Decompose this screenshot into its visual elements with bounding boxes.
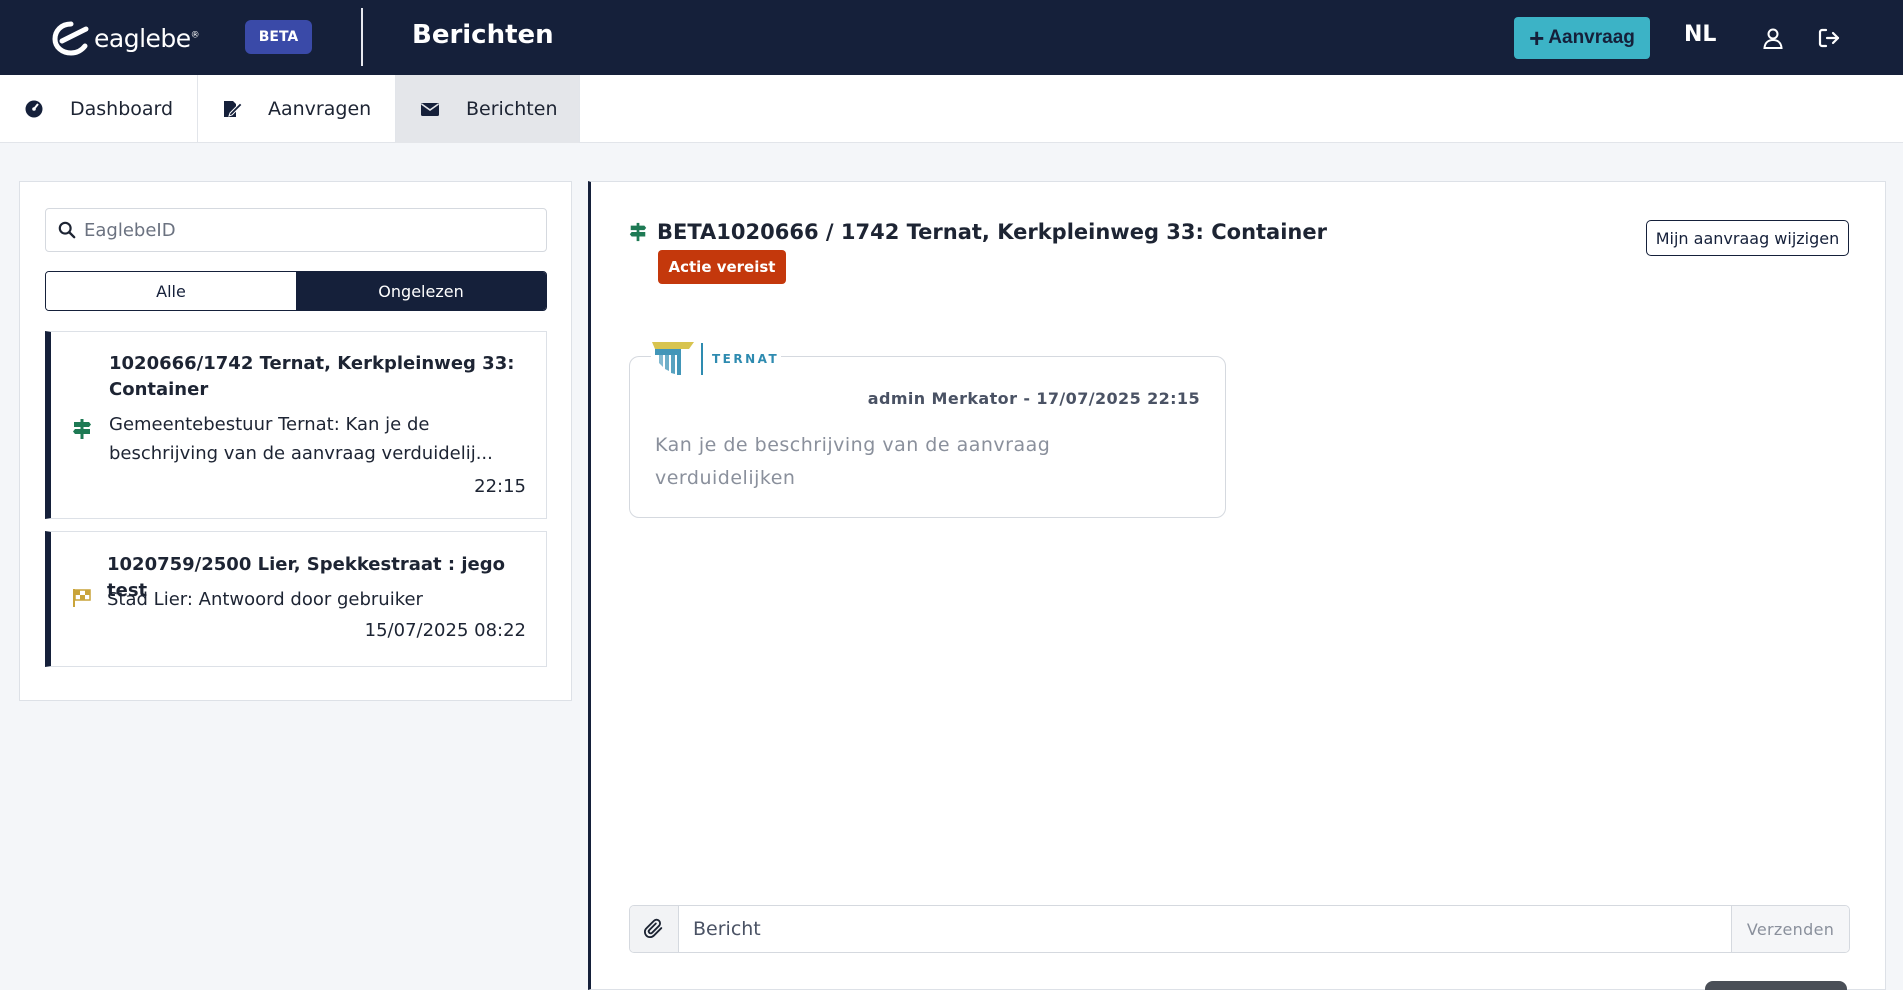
send-button[interactable]: Verzenden bbox=[1731, 906, 1849, 952]
message-composer: Verzenden bbox=[629, 905, 1850, 953]
search-box[interactable] bbox=[45, 208, 547, 252]
plus-icon: + bbox=[1529, 22, 1545, 53]
message-bubble: admin Merkator - 17/07/2025 22:15 Kan je… bbox=[629, 356, 1226, 518]
attach-button[interactable] bbox=[630, 906, 679, 952]
message-time: 15/07/2025 08:22 bbox=[364, 620, 526, 641]
message-input[interactable] bbox=[679, 906, 1731, 952]
message-list-panel: Alle Ongelezen 1020666/1742 Ternat, Kerk… bbox=[19, 181, 572, 701]
filter-toggle: Alle Ongelezen bbox=[45, 271, 547, 311]
tab-aanvragen[interactable]: Aanvragen bbox=[198, 75, 396, 143]
filter-all-button[interactable]: Alle bbox=[46, 272, 296, 310]
message-list-item[interactable]: 1020759/2500 Lier, Spekkestraat : jego t… bbox=[45, 531, 547, 667]
filter-unread-button[interactable]: Ongelezen bbox=[296, 272, 546, 310]
message-preview: Stad Lier: Antwoord door gebruiker bbox=[107, 589, 423, 610]
top-bar: eaglebe® BETA Berichten + Aanvraag NL bbox=[0, 0, 1903, 75]
message-meta: admin Merkator - 17/07/2025 22:15 bbox=[867, 389, 1200, 408]
tab-berichten[interactable]: Berichten bbox=[396, 75, 580, 143]
signpost-icon bbox=[629, 222, 647, 242]
message-text: Kan je de beschrijving van de aanvraag v… bbox=[655, 434, 1051, 489]
tab-label: Aanvragen bbox=[268, 98, 372, 120]
edit-request-button[interactable]: Mijn aanvraag wijzigen bbox=[1646, 220, 1849, 256]
language-selector[interactable]: NL bbox=[1684, 22, 1716, 47]
org-name: TERNAT bbox=[712, 352, 780, 366]
message-list-item[interactable]: 1020666/1742 Ternat, Kerkpleinweg 33: Co… bbox=[45, 331, 547, 519]
envelope-icon bbox=[421, 103, 439, 116]
search-icon bbox=[58, 221, 76, 239]
new-request-label: Aanvraag bbox=[1548, 27, 1635, 48]
user-icon[interactable] bbox=[1759, 24, 1787, 52]
paperclip-icon bbox=[643, 918, 663, 939]
message-preview: Gemeentebestuur Ternat: Kan je de beschr… bbox=[109, 414, 493, 464]
tab-dashboard[interactable]: Dashboard bbox=[0, 75, 198, 143]
eaglebe-logo-icon bbox=[52, 21, 89, 56]
beta-badge: BETA bbox=[245, 20, 312, 54]
main-nav: Dashboard Aanvragen Berichten bbox=[0, 75, 1903, 143]
search-input[interactable] bbox=[84, 219, 524, 241]
ternat-logo-icon bbox=[652, 342, 694, 375]
page-title: Berichten bbox=[412, 20, 554, 50]
dashboard-icon bbox=[25, 100, 43, 118]
message-title: 1020666/1742 Ternat, Kerkpleinweg 33: Co… bbox=[109, 353, 515, 400]
edit-document-icon bbox=[224, 101, 242, 117]
signpost-icon bbox=[73, 419, 91, 439]
floating-panel-tab[interactable] bbox=[1705, 981, 1847, 990]
logo-separator bbox=[701, 343, 703, 375]
new-request-button[interactable]: + Aanvraag bbox=[1514, 17, 1650, 59]
logout-icon[interactable] bbox=[1815, 24, 1843, 52]
eaglebe-logo[interactable]: eaglebe® bbox=[52, 20, 200, 56]
conversation-panel: BETA1020666 / 1742 Ternat, Kerkpleinweg … bbox=[588, 181, 1886, 990]
header-divider bbox=[361, 8, 363, 66]
tab-label: Dashboard bbox=[70, 98, 174, 120]
checkered-flag-icon bbox=[73, 589, 91, 607]
message-time: 22:15 bbox=[474, 476, 526, 497]
status-badge: Actie vereist bbox=[658, 250, 786, 284]
ternat-logo: TERNAT bbox=[651, 339, 781, 379]
conversation-title: BETA1020666 / 1742 Ternat, Kerkpleinweg … bbox=[657, 220, 1327, 244]
logo-text: eaglebe® bbox=[94, 23, 200, 53]
tab-label: Berichten bbox=[466, 98, 558, 120]
